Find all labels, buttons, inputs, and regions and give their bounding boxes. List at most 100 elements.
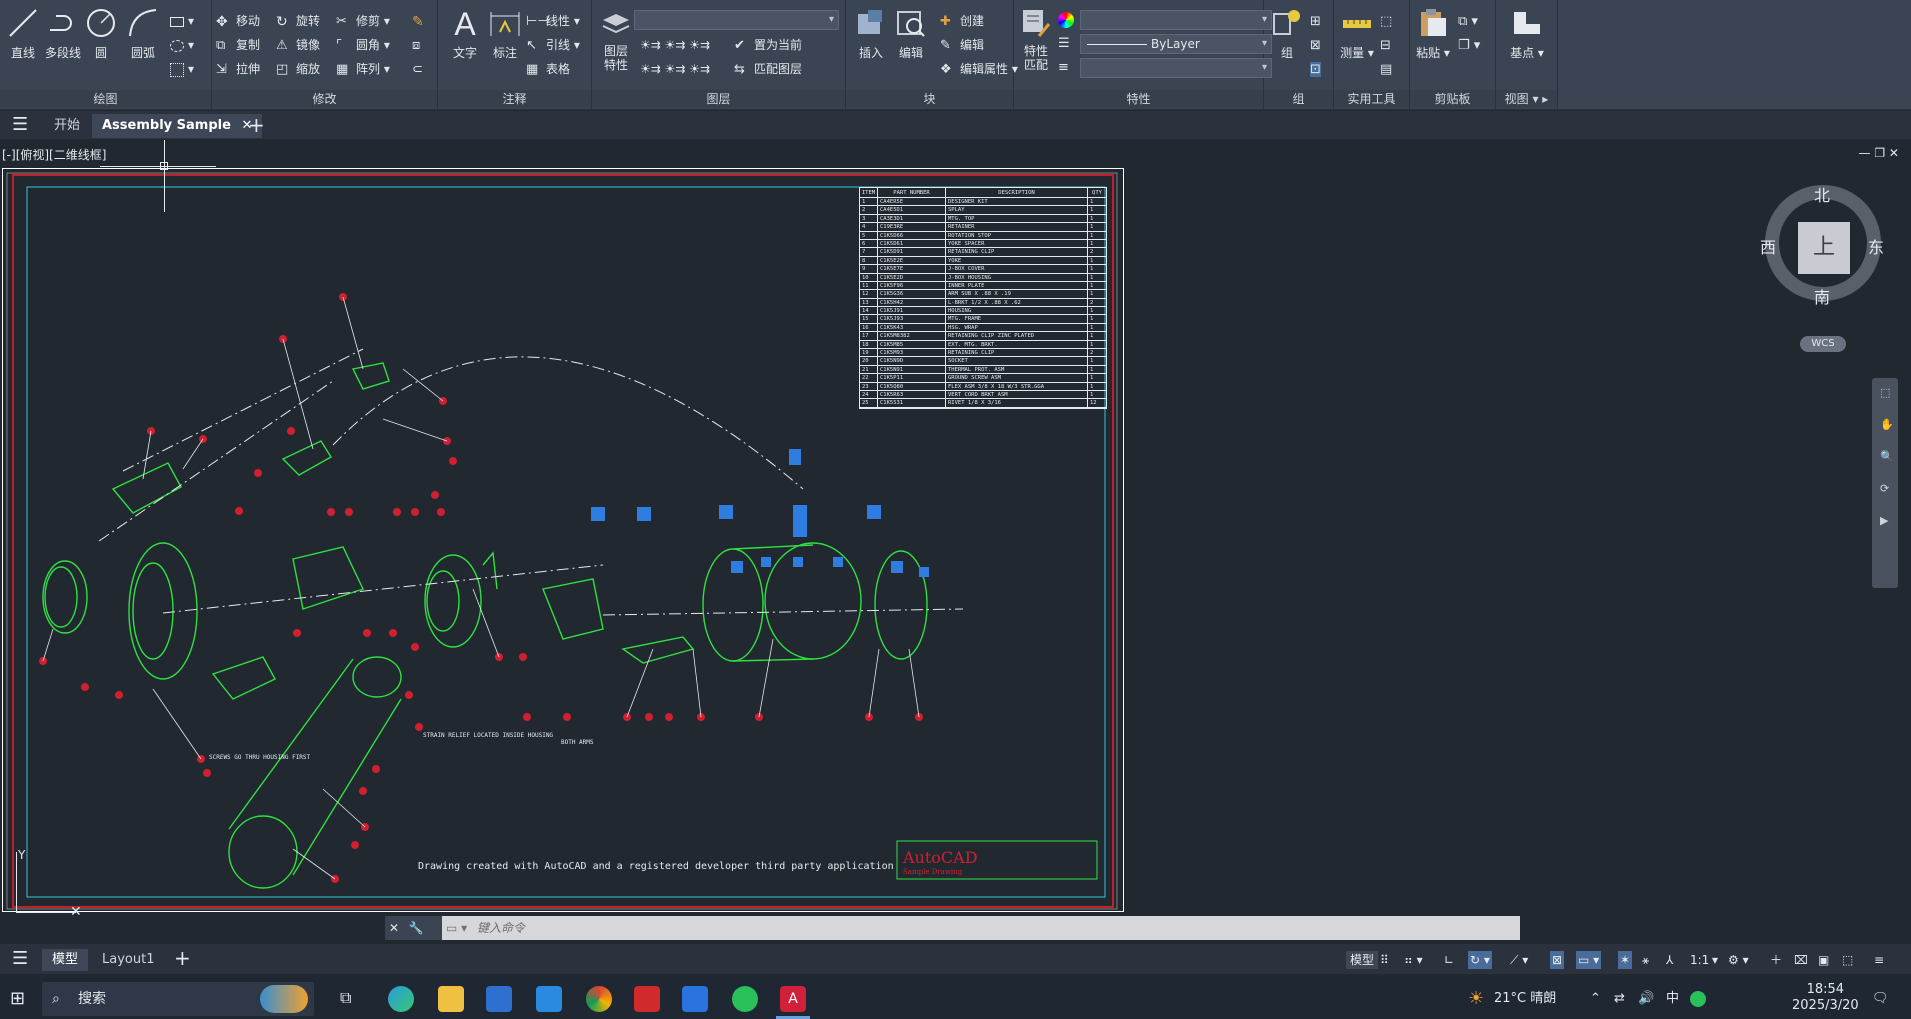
hatch-button[interactable]: ▾ [170,34,194,56]
layer-properties-button[interactable]: 图层特性 [594,6,638,72]
store-icon[interactable] [486,986,512,1012]
id-point-button[interactable]: ⊟ [1380,34,1391,56]
wechat-icon[interactable] [732,986,758,1012]
network-icon[interactable]: ⇄ [1614,978,1625,1019]
fillet-button[interactable]: ⌜ 圆角 ▾ [336,34,390,56]
groups-panel-title[interactable]: 组 [1264,90,1333,108]
base-button[interactable]: 基点 ▾ [1504,6,1550,61]
lineweight-toggle-icon[interactable]: ▭ ▾ [1576,951,1602,969]
tab-assembly-sample[interactable]: Assembly Sample ✕ [92,114,263,138]
taskbar-search[interactable]: ⌕ 搜索 [42,982,314,1016]
properties-panel-title[interactable]: 特性 [1014,90,1263,108]
ime-indicator[interactable]: 中 [1666,978,1679,1019]
view-panel-title[interactable]: 视图 ▾ ▸ [1496,90,1557,108]
wcs-button[interactable]: WCS [1800,336,1846,352]
volume-icon[interactable]: 🔊 [1638,978,1654,1019]
ortho-toggle-icon[interactable]: ∟ [1444,951,1454,969]
annotation-panel-title[interactable]: 注释 [438,90,591,108]
edit-block-button[interactable]: ✎ 编辑 [940,34,984,56]
autocad-taskbar-icon[interactable]: A [780,986,806,1012]
tab-model[interactable]: 模型 [42,949,89,971]
annotation-plus-icon[interactable]: ＋ [1770,951,1782,969]
clipboard-panel-title[interactable]: 剪贴板 [1410,90,1495,108]
boundary-button[interactable]: ▾ [170,58,194,80]
navbar-full-icon[interactable]: ⬚ [1880,386,1890,399]
set-current-button[interactable]: ✔ 置为当前 [734,34,802,56]
measure-button[interactable]: 测量 ▾ [1334,6,1380,61]
offset-button[interactable]: ⊂ [412,58,432,80]
quick-select-button[interactable]: ⬚ [1380,10,1392,32]
command-line-controls[interactable]: ✕ 🔧 [385,916,445,940]
match-layer-button[interactable]: ⇆ 匹配图层 [734,58,802,80]
edit-attribute-button[interactable]: ❖ 编辑属性 ▾ [940,58,1018,80]
tab-layout1[interactable]: Layout1 [92,949,164,971]
dimension-button[interactable]: 标注 [482,6,528,61]
group-select-button[interactable]: ⊡ [1310,58,1321,80]
mirror-button[interactable]: ⚠ 镜像 [276,34,320,56]
move-button[interactable]: ✥ 移动 [216,10,260,32]
file-explorer-icon[interactable] [438,986,464,1012]
weather-icon[interactable]: ☀ [1468,988,1484,1009]
navbar-pan-icon[interactable]: ✋ [1880,418,1894,431]
erase-button[interactable]: ✎ [412,10,432,32]
viewport-label[interactable]: [-][俯视][二维线框] [2,146,106,163]
add-layout-icon[interactable]: + [174,946,191,970]
navigation-bar[interactable]: ⬚ ✋ 🔍 ⟳ ▶ [1872,378,1898,588]
ungroup-button[interactable]: ⊞ [1310,10,1321,32]
mail-icon[interactable] [536,986,562,1012]
layout-menu-icon[interactable]: ☰ [12,948,28,969]
block-edit-button[interactable]: 编辑 [888,6,934,61]
block-panel-title[interactable]: 块 [846,90,1013,108]
cut-button[interactable]: ⧉ ▾ [1458,10,1478,32]
copy-clip-button[interactable]: ❐ ▾ [1458,34,1480,56]
layer-dropdown[interactable] [634,10,839,30]
tab-start[interactable]: 开始 [44,114,90,138]
navbar-zoom-icon[interactable]: 🔍 [1880,450,1894,463]
trim-button[interactable]: ✂ 修剪 ▾ [336,10,390,32]
color-dropdown[interactable] [1080,10,1272,30]
stretch-button[interactable]: ⇲ 拉伸 [216,58,260,80]
hardware-accel-icon[interactable]: ▣ [1818,951,1829,969]
rotate-button[interactable]: ↻ 旋转 [276,10,320,32]
explode-button[interactable]: ⧈ [412,34,432,56]
ime-app-icon[interactable] [1690,978,1706,1019]
draw-panel-title[interactable]: 绘图 [0,90,211,108]
array-button[interactable]: ▦ 阵列 ▾ [336,58,390,80]
group-edit-button[interactable]: ⊠ [1310,34,1321,56]
circle-button[interactable]: 圆 [78,6,124,61]
viewcube[interactable]: 上 北 南 西 东 [1760,180,1886,307]
rectangle-button[interactable]: ▾ [170,10,194,32]
lineweight-dropdown[interactable] [1080,58,1272,78]
isolate-objects-icon[interactable]: ⌧ [1794,951,1808,969]
customization-icon[interactable]: ≡ [1874,951,1884,969]
osnap-toggle-icon[interactable]: ⊠ [1550,951,1565,969]
edge-icon[interactable] [388,986,414,1012]
navbar-showmotion-icon[interactable]: ▶ [1880,514,1888,527]
model-space-button[interactable]: 模型 [1346,951,1379,969]
color-wheel-icon[interactable] [1058,12,1074,28]
viewport-window-controls[interactable]: — ❐ ✕ [1859,146,1899,160]
annotation-visibility-icon[interactable]: ⚹ [1642,951,1649,969]
scale-button[interactable]: ◰ 缩放 [276,58,320,80]
create-block-button[interactable]: ✚ 创建 [940,10,984,32]
windows-start-icon[interactable]: ⊞ [10,988,25,1009]
clean-screen-icon[interactable]: ⬚ [1842,951,1853,969]
snap-toggle-icon[interactable]: ⠶ ▾ [1404,951,1423,969]
grid-toggle-icon[interactable]: ⠿ [1380,951,1389,969]
layer-tools-row2[interactable]: ☀⇉ ☀⇉ ☀⇉ [640,58,710,80]
arc-button[interactable]: 圆弧 [120,6,166,61]
wps-icon[interactable] [634,986,660,1012]
tray-expand-icon[interactable]: ⌃ [1590,978,1601,1019]
annotation-scale-value[interactable]: 1:1 [1690,951,1709,969]
linear-dim-button[interactable]: ⊢⊣线性 ▾ [526,10,580,32]
paste-button[interactable]: 粘贴 ▾ [1410,6,1456,61]
viewcube-west[interactable]: 西 [1760,234,1776,258]
linetype-dropdown[interactable]: ByLayer [1080,34,1272,54]
annotation-scale-icon[interactable]: ⅄ [1666,951,1673,969]
calculator-button[interactable]: ▤ [1380,58,1392,80]
command-wrench-icon[interactable]: 🔧 [409,921,424,935]
viewcube-top-face[interactable]: 上 [1798,222,1850,274]
isodraft-toggle-icon[interactable]: ⟋ ▾ [1510,951,1528,969]
transparency-toggle-icon[interactable]: ✶ [1618,951,1633,969]
navbar-orbit-icon[interactable]: ⟳ [1880,482,1889,495]
